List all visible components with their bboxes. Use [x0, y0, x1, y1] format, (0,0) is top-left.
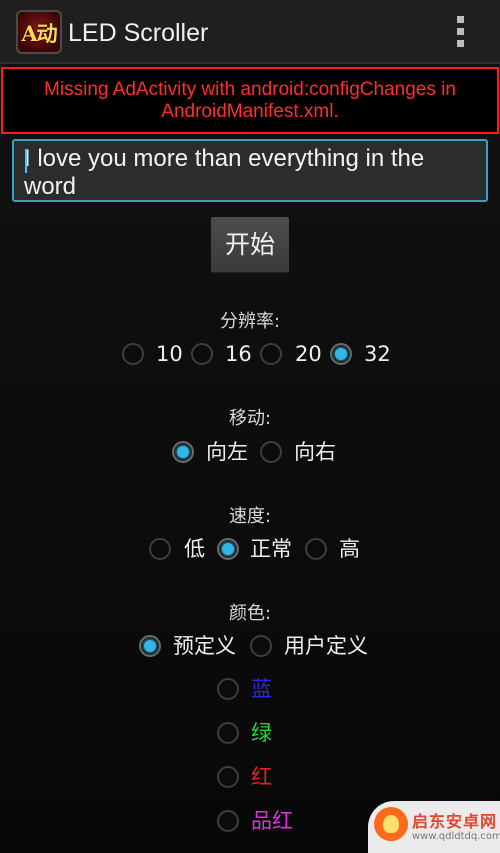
direction-label: 移动:: [228, 408, 272, 429]
color-mode-option-custom[interactable]: 用户定义: [284, 634, 368, 658]
speed-radio-low[interactable]: [149, 538, 171, 560]
watermark: 启东安卓网 www.qdldtdq.com: [368, 801, 500, 853]
app-icon[interactable]: A动: [16, 10, 62, 54]
resolution-radio-16[interactable]: [191, 343, 213, 365]
speed-option-low[interactable]: 低: [184, 537, 205, 561]
overflow-dot: [457, 28, 464, 35]
app-icon-glyph: A动: [21, 21, 57, 46]
color-mode-radio-predefined[interactable]: [139, 635, 161, 657]
direction-radio-right[interactable]: [260, 441, 282, 463]
resolution-option-32[interactable]: 32: [364, 342, 391, 366]
color-preset-blue: 蓝: [0, 677, 500, 707]
direction-option-right[interactable]: 向右: [294, 440, 336, 464]
resolution-option-16[interactable]: 16: [225, 342, 252, 366]
overflow-dot: [457, 40, 464, 47]
message-input-value: I love you more than everything in the w…: [24, 145, 425, 200]
ad-error-banner: Missing AdActivity with android:configCh…: [1, 67, 499, 134]
color-preset-label-magenta[interactable]: 品红: [251, 809, 293, 833]
color-mode-radio-custom[interactable]: [250, 635, 272, 657]
color-preset-label-green[interactable]: 绿: [251, 721, 272, 745]
color-preset-radio-red[interactable]: [217, 766, 239, 788]
app-title: LED Scroller: [68, 19, 209, 47]
overflow-menu-icon[interactable]: [450, 14, 472, 50]
resolution-option-20[interactable]: 20: [295, 342, 322, 366]
resolution-radio-10[interactable]: [122, 343, 144, 365]
color-preset-label-red[interactable]: 红: [251, 765, 272, 789]
resolution-radio-32[interactable]: [330, 343, 352, 365]
color-label: 颜色:: [228, 603, 272, 624]
color-mode-option-predefined[interactable]: 预定义: [173, 634, 236, 658]
color-preset-green: 绿: [0, 721, 500, 751]
watermark-text: 启东安卓网: [412, 812, 498, 831]
speed-option-normal[interactable]: 正常: [250, 537, 292, 561]
resolution-label: 分辨率:: [219, 311, 281, 332]
direction-radio-left[interactable]: [172, 441, 194, 463]
color-preset-radio-magenta[interactable]: [217, 810, 239, 832]
overflow-dot: [457, 16, 464, 23]
watermark-logo-icon: [374, 807, 408, 841]
resolution-option-10[interactable]: 10: [156, 342, 183, 366]
color-mode-radio-group: 预定义 用户定义: [0, 632, 500, 662]
message-input[interactable]: I love you more than everything in the w…: [12, 139, 488, 202]
resolution-radio-20[interactable]: [260, 343, 282, 365]
color-preset-radio-green[interactable]: [217, 722, 239, 744]
color-preset-label-blue[interactable]: 蓝: [251, 677, 272, 701]
speed-label: 速度:: [228, 506, 272, 527]
text-caret: [25, 149, 27, 173]
resolution-radio-group: 10 16 20 32: [0, 340, 500, 370]
speed-radio-normal[interactable]: [217, 538, 239, 560]
watermark-url: www.qdldtdq.com: [412, 831, 500, 842]
direction-option-left[interactable]: 向左: [206, 440, 248, 464]
start-button[interactable]: 开始: [211, 217, 289, 272]
speed-radio-group: 低 正常 高: [0, 535, 500, 565]
led-scroller-screen: A动 LED Scroller Missing AdActivity with …: [0, 0, 500, 853]
speed-radio-high[interactable]: [305, 538, 327, 560]
action-bar: A动 LED Scroller: [0, 0, 500, 64]
speed-option-high[interactable]: 高: [339, 537, 360, 561]
direction-radio-group: 向左 向右: [0, 438, 500, 468]
color-preset-red: 红: [0, 765, 500, 795]
color-preset-radio-blue[interactable]: [217, 678, 239, 700]
